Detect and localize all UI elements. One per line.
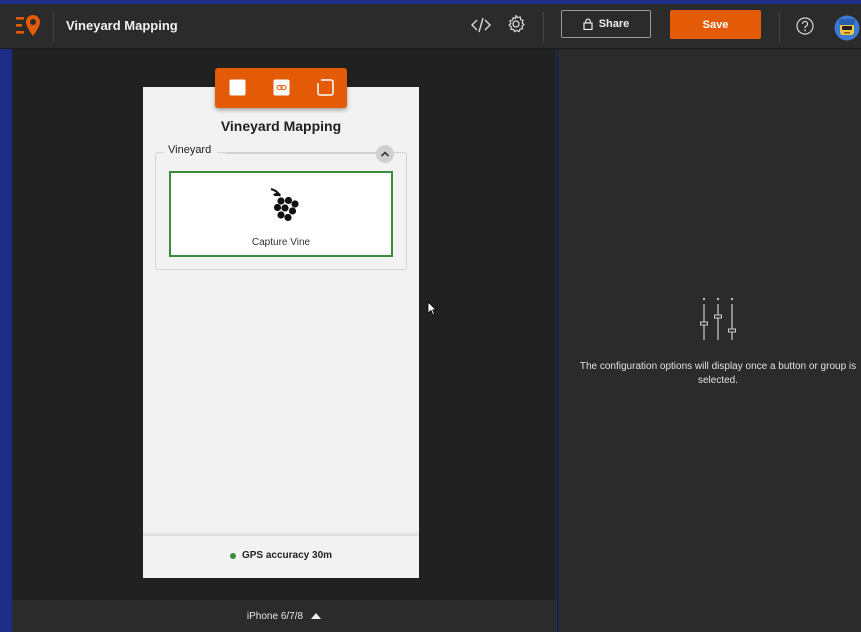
configuration-panel: The configuration options will display o… <box>557 49 861 632</box>
app-title: Vineyard Mapping <box>66 18 178 33</box>
device-label: iPhone 6/7/8 <box>246 610 304 622</box>
share-label: Share <box>598 18 630 30</box>
avatar[interactable] <box>834 14 860 42</box>
share-button[interactable]: Share <box>561 10 651 38</box>
grape-icon <box>270 188 299 222</box>
status-footer: GPS accuracy 30m <box>143 535 419 578</box>
top-bar: Vineyard Mapping Share Save <box>0 4 861 49</box>
chevron-up-icon <box>380 151 390 157</box>
mouse-cursor-icon <box>427 301 437 316</box>
phone-preview: Vineyard Mapping Vineyard Capture Vine G… <box>143 87 419 578</box>
gear-icon[interactable] <box>506 14 526 34</box>
lock-icon <box>583 18 593 30</box>
config-empty-message: The configuration options will display o… <box>579 361 857 386</box>
preview-toolbar <box>215 68 347 108</box>
app-window: Vineyard Mapping Share Save Vineyard Map… <box>0 0 861 632</box>
link-icon[interactable] <box>273 79 290 96</box>
group-rule <box>226 153 376 154</box>
caret-up-icon <box>311 613 322 619</box>
save-label: Save <box>702 18 729 31</box>
device-selector[interactable]: iPhone 6/7/8 <box>12 600 556 632</box>
capture-vine-button[interactable]: Capture Vine <box>169 171 393 257</box>
header-divider <box>543 12 544 42</box>
frame-icon[interactable] <box>317 79 334 96</box>
sliders-icon <box>700 297 736 340</box>
status-dot <box>229 552 236 559</box>
header-divider <box>53 12 54 42</box>
capture-vine-label: Capture Vine <box>251 237 311 248</box>
preview-title: Vineyard Mapping <box>220 118 342 134</box>
button-group[interactable]: Vineyard Capture Vine <box>155 144 407 270</box>
gps-accuracy-text: GPS accuracy 30m <box>241 550 333 561</box>
app-logo-icon[interactable] <box>16 14 42 38</box>
collapse-group-button[interactable] <box>376 145 394 163</box>
code-icon[interactable] <box>471 16 491 34</box>
save-button[interactable]: Save <box>670 10 761 39</box>
square-icon[interactable] <box>229 79 246 96</box>
group-label: Vineyard <box>164 144 218 156</box>
header-divider <box>779 12 780 42</box>
help-icon[interactable] <box>796 17 814 35</box>
gps-status: GPS accuracy 30m <box>143 550 419 561</box>
